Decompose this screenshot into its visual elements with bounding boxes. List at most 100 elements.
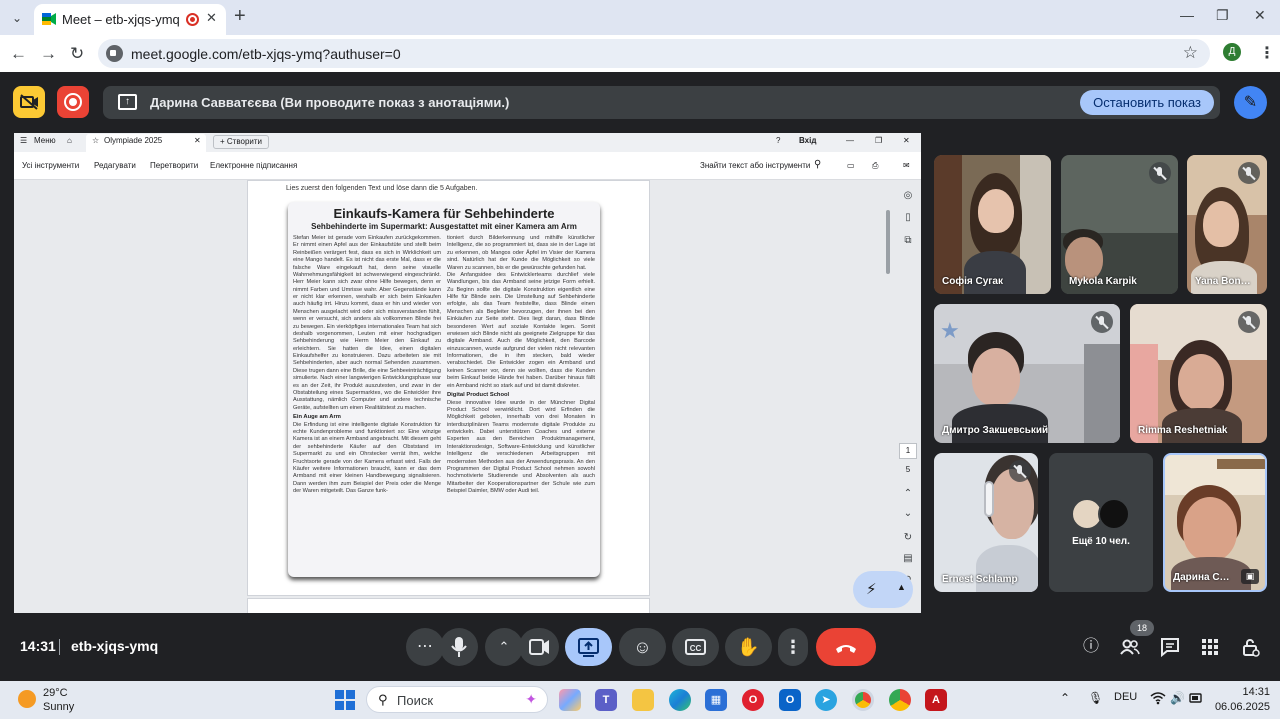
weather-condition[interactable]: Sunny <box>43 701 74 713</box>
chat-icon[interactable] <box>1159 636 1181 658</box>
stop-presenting-button[interactable]: Остановить показ <box>1080 90 1214 115</box>
tray-mic-icon[interactable]: 🎙 <box>1088 691 1103 705</box>
participant-tile[interactable]: Yana Bon… <box>1187 155 1267 294</box>
pdf-home-icon[interactable]: ⌂ <box>67 136 72 145</box>
pdf-print-icon[interactable]: ⎙ <box>872 161 878 171</box>
language-indicator[interactable]: DEU <box>1114 691 1137 703</box>
pdf-menu-icon[interactable]: ☰ <box>20 136 27 145</box>
camera-button[interactable] <box>519 628 559 666</box>
pdf-rotate-icon[interactable]: ↻ <box>898 532 918 543</box>
weather-temperature[interactable]: 29°C <box>43 687 68 699</box>
raise-hand-button[interactable]: ✋ <box>725 628 772 666</box>
participant-tile-self[interactable]: Дарина С… ▣ <box>1163 453 1267 592</box>
pdf-comment-icon[interactable]: ◎ <box>898 190 918 201</box>
camera-off-notice-button[interactable] <box>13 86 45 118</box>
pdf-tab-close-icon[interactable]: ✕ <box>194 136 201 145</box>
tray-overflow-icon[interactable]: ⌃ <box>1060 691 1070 705</box>
participant-tile[interactable]: Ernest Schlamp <box>934 453 1038 592</box>
pdf-bookmark-icon[interactable]: ▯ <box>898 212 918 223</box>
wifi-icon[interactable] <box>1150 691 1166 708</box>
chrome-icon[interactable] <box>852 689 874 711</box>
more-audio-options-button[interactable]: ⋯ <box>406 628 444 666</box>
people-icon[interactable] <box>1119 636 1141 658</box>
meeting-details-icon[interactable]: ⓘ <box>1080 636 1102 658</box>
pdf-file-icon[interactable]: ▤ <box>898 553 918 564</box>
browser-tab-meet[interactable]: Meet – etb-xjqs-ymq ✕ <box>34 4 226 35</box>
video-options-button[interactable]: ⌃ <box>485 628 523 666</box>
pip-icon[interactable]: ▣ <box>1241 569 1259 584</box>
close-window-icon[interactable]: ✕ <box>1254 7 1266 24</box>
leave-call-button[interactable] <box>816 628 876 666</box>
file-explorer-icon[interactable] <box>632 689 654 711</box>
present-screen-button[interactable] <box>565 628 612 666</box>
participant-tile[interactable]: ★ Дмитро Закшевський <box>934 304 1120 443</box>
telegram-icon[interactable]: ➤ <box>815 689 837 711</box>
page-number-input[interactable]: 1 <box>899 443 917 459</box>
pdf-scrollbar[interactable] <box>886 210 890 274</box>
weather-sun-icon[interactable] <box>18 690 36 708</box>
microphone-button[interactable] <box>440 628 478 666</box>
opera-icon[interactable]: O <box>742 689 764 711</box>
pdf-minimize-icon[interactable]: — <box>846 136 854 145</box>
reload-icon[interactable]: ↻ <box>70 44 84 64</box>
pdf-tool-all[interactable]: Усі інструменти <box>22 161 79 170</box>
minimize-icon[interactable]: — <box>1180 7 1194 23</box>
participant-tile[interactable]: Софія Сугак <box>934 155 1051 294</box>
annotation-pen-button[interactable]: ✎ <box>1234 86 1267 119</box>
windows-start-icon[interactable] <box>335 690 355 710</box>
bookmark-star-icon[interactable]: ☆ <box>1183 43 1198 63</box>
url-text[interactable]: meet.google.com/etb-xjqs-ymq?authuser=0 <box>131 46 401 62</box>
more-options-button[interactable]: ⋮ <box>778 628 808 666</box>
copilot-icon[interactable] <box>559 689 581 711</box>
pdf-quick-tools-button[interactable]: ⚡ ▲ <box>853 571 913 608</box>
activities-icon[interactable] <box>1199 636 1221 658</box>
pdf-copy-icon[interactable]: ⧉ <box>898 235 918 246</box>
pdf-tool-edit[interactable]: Редагувати <box>94 161 136 170</box>
pdf-tab[interactable]: ☆ Olympiade 2025 ✕ <box>86 134 206 152</box>
new-tab-button[interactable]: + <box>234 5 246 28</box>
pdf-tool-convert[interactable]: Перетворити <box>150 161 198 170</box>
pdf-help-icon[interactable]: ? <box>776 136 780 145</box>
tab-search-chevron-icon[interactable]: ⌄ <box>6 7 28 29</box>
more-participants-tile[interactable]: Ещё 10 чел. <box>1049 453 1153 592</box>
system-date[interactable]: 06.06.2025 <box>1204 701 1270 713</box>
host-controls-icon[interactable] <box>1239 636 1261 658</box>
pdf-viewer[interactable]: Lies zuerst den folgenden Text und löse … <box>14 180 921 613</box>
page-down-icon[interactable]: ⌄ <box>898 508 918 519</box>
recording-button[interactable] <box>57 86 89 118</box>
site-info-icon[interactable] <box>106 45 123 62</box>
pdf-mail-icon[interactable]: ✉ <box>903 161 910 170</box>
reactions-button[interactable]: ☺ <box>619 628 666 666</box>
profile-avatar[interactable]: Д <box>1223 43 1241 61</box>
pdf-find[interactable]: Знайти текст або інструменти <box>700 161 810 170</box>
recording-icon <box>186 13 199 26</box>
browser-menu-icon[interactable]: ⋮ <box>1259 43 1275 63</box>
close-tab-icon[interactable]: ✕ <box>206 10 217 26</box>
page-up-icon[interactable]: ⌃ <box>898 488 918 499</box>
omnibox[interactable]: meet.google.com/etb-xjqs-ymq?authuser=0 … <box>98 39 1210 68</box>
taskbar-search[interactable]: ⚲ Поиск ✦ <box>366 686 548 713</box>
pdf-tool-esign[interactable]: Електронне підписання <box>210 161 297 170</box>
participant-tile[interactable]: Rimma Reshetniak <box>1130 304 1267 443</box>
back-icon[interactable]: ← <box>10 44 27 64</box>
outlook-icon[interactable]: O <box>779 689 801 711</box>
volume-icon[interactable]: 🔊 <box>1170 691 1185 705</box>
pdf-save-icon[interactable]: ▭ <box>847 161 855 170</box>
participant-tile[interactable]: Mykola Karpik <box>1061 155 1178 294</box>
system-time[interactable]: 14:31 <box>1236 686 1270 698</box>
pdf-search-icon[interactable]: ⚲ <box>814 159 821 170</box>
acrobat-icon[interactable]: A <box>925 689 947 711</box>
captions-button[interactable]: CC <box>672 628 719 666</box>
pdf-sign-in[interactable]: Вхід <box>799 136 816 145</box>
store-icon[interactable]: ▦ <box>705 689 727 711</box>
chrome-profile-icon[interactable] <box>889 689 911 711</box>
edge-icon[interactable] <box>669 689 691 711</box>
battery-icon[interactable] <box>1189 691 1203 708</box>
pdf-close-icon[interactable]: ✕ <box>903 136 910 145</box>
restore-icon[interactable]: ❐ <box>1216 7 1229 24</box>
teams-icon[interactable]: T <box>595 689 617 711</box>
pdf-create-button[interactable]: + Створити <box>213 135 269 149</box>
forward-icon[interactable]: → <box>40 44 57 64</box>
pdf-restore-icon[interactable]: ❐ <box>875 136 882 145</box>
pdf-menu-label[interactable]: Меню <box>34 136 56 145</box>
